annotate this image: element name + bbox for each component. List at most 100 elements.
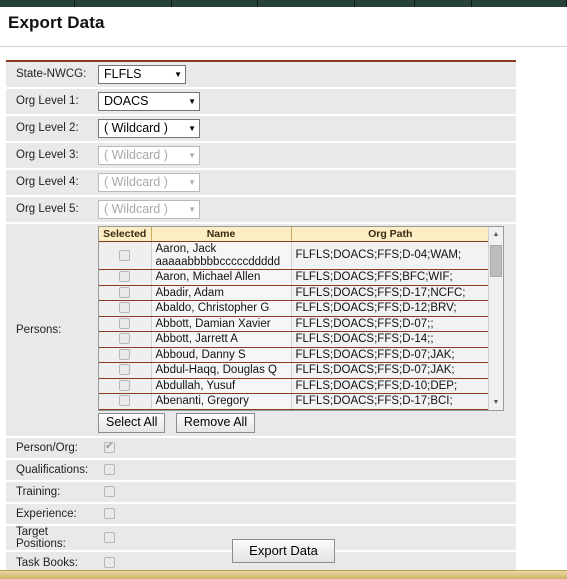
row-name-cell: Aaron, Michael Allen	[151, 269, 292, 286]
chevron-down-icon: ▼	[188, 124, 196, 133]
row-select-cell[interactable]	[99, 393, 152, 410]
persons-table-header-row: Selected Name Org Path	[99, 227, 489, 242]
row-select-cell[interactable]	[99, 316, 152, 332]
option-row-1: Person/Org:	[6, 437, 516, 460]
row-checkbox[interactable]	[119, 249, 131, 261]
scroll-down-arrow-icon[interactable]: ▼	[489, 395, 503, 410]
option-checkbox-personorg[interactable]	[104, 441, 115, 453]
field-label-4: Org Level 3:	[16, 149, 79, 161]
row-checkbox[interactable]	[119, 348, 131, 360]
top-navigation-bar[interactable]	[0, 0, 567, 7]
option-control-3	[98, 483, 516, 501]
export-data-button[interactable]: Export Data	[232, 539, 335, 563]
row-checkbox[interactable]	[119, 395, 131, 407]
column-header-org-path[interactable]: Org Path	[291, 227, 489, 242]
title-divider	[0, 46, 567, 47]
row-name-cell: Abaldo, Christopher G	[151, 300, 292, 317]
dropdown-orglevel3: ( Wildcard ) ▼	[98, 146, 200, 165]
field-control-5: ( Wildcard ) ▼	[98, 170, 516, 195]
dropdown-value-6: ( Wildcard )	[104, 202, 168, 216]
scroll-up-arrow-icon[interactable]: ▲	[489, 227, 503, 241]
footer-bar	[0, 570, 567, 579]
persons-grid-scrollbar[interactable]: ▲ ▼	[488, 227, 503, 410]
option-checkbox-experience[interactable]	[104, 507, 115, 519]
persons-table: Selected Name Org Path Aaron, Jack aaaaa…	[99, 227, 489, 410]
row-checkbox[interactable]	[119, 333, 131, 345]
row-org-path-cell: FLFLS;DOACS;FFS;D-12;BRV;	[291, 300, 489, 317]
row-name-cell: Abadir, Adam	[151, 285, 292, 301]
row-select-cell[interactable]	[99, 300, 152, 317]
form-row-2: Org Level 1: DOACS ▼	[6, 89, 516, 116]
table-row[interactable]: Abdullah, Yusuf FLFLS;DOACS;FFS;D-10;DEP;	[99, 378, 489, 394]
dropdown-orglevel2[interactable]: ( Wildcard ) ▼	[98, 119, 200, 138]
row-checkbox[interactable]	[119, 364, 131, 376]
scrollbar-thumb[interactable]	[490, 245, 502, 277]
row-checkbox[interactable]	[119, 302, 131, 314]
nav-segment-5[interactable]	[355, 0, 415, 7]
dropdown-value-1: FLFLS	[104, 67, 142, 81]
field-label-1: State-NWCG:	[16, 68, 87, 80]
persons-label: Persons:	[16, 323, 62, 336]
option-label-3: Training:	[16, 485, 61, 498]
column-header-name[interactable]: Name	[151, 227, 292, 242]
dropdown-orglevel4: ( Wildcard ) ▼	[98, 173, 200, 192]
row-org-path-cell: FLFLS;DOACS;FFS;D-17;NCFC;	[291, 285, 489, 301]
field-control-1: FLFLS ▼	[98, 62, 516, 87]
row-checkbox[interactable]	[119, 286, 131, 298]
row-name-cell: Aaron, Jack aaaaabbbbbcccccddddd	[151, 241, 292, 270]
form-row-1: State-NWCG: FLFLS ▼	[6, 62, 516, 89]
field-control-3: ( Wildcard ) ▼	[98, 116, 516, 141]
row-checkbox[interactable]	[119, 379, 131, 391]
row-name-cell: Abbott, Damian Xavier	[151, 316, 292, 332]
table-row[interactable]: Abbott, Damian Xavier FLFLS;DOACS;FFS;D-0…	[99, 316, 489, 332]
option-checkbox-qualifications[interactable]	[104, 463, 115, 475]
form-row-3: Org Level 2: ( Wildcard ) ▼	[6, 116, 516, 143]
table-row[interactable]: Abboud, Danny S FLFLS;DOACS;FFS;D-07;JAK;	[99, 347, 489, 363]
column-header-selected[interactable]: Selected	[99, 227, 152, 242]
option-label-2: Qualifications:	[16, 463, 89, 476]
nav-segment-2[interactable]	[75, 0, 172, 7]
chevron-down-icon: ▼	[188, 151, 196, 160]
table-row[interactable]: Abbott, Jarrett A FLFLS;DOACS;FFS;D-14;;	[99, 331, 489, 348]
nav-segment-3[interactable]	[172, 0, 258, 7]
option-checkbox-training[interactable]	[104, 485, 115, 497]
row-org-path-cell: FLFLS;DOACS;FFS;D-04;WAM;	[291, 241, 489, 270]
chevron-down-icon: ▼	[174, 70, 182, 79]
row-select-cell[interactable]	[99, 378, 152, 394]
row-checkbox[interactable]	[119, 271, 131, 283]
nav-segment-7[interactable]	[472, 0, 567, 7]
nav-segment-6[interactable]	[415, 0, 472, 7]
row-org-path-cell: FLFLS;DOACS;FFS;D-07;JAK;	[291, 362, 489, 379]
option-control-1	[98, 439, 516, 457]
nav-segment-1[interactable]	[0, 0, 75, 7]
select-all-button[interactable]: Select All	[98, 412, 166, 433]
export-data-page: Export Data State-NWCG: FLFLS ▼ Org Level 1…	[0, 0, 567, 579]
nav-segment-4[interactable]	[258, 0, 355, 7]
row-select-cell[interactable]	[99, 347, 152, 363]
dropdown-value-2: DOACS	[104, 94, 149, 108]
table-row[interactable]: Aaron, Michael Allen FLFLS;DOACS;FFS;BFC;…	[99, 269, 489, 286]
row-checkbox[interactable]	[119, 317, 131, 329]
row-select-cell[interactable]	[99, 241, 152, 270]
field-label-2: Org Level 1:	[16, 95, 79, 107]
table-row[interactable]: Abadir, Adam FLFLS;DOACS;FFS;D-17;NCFC;	[99, 285, 489, 301]
row-select-cell[interactable]	[99, 285, 152, 301]
field-control-2: DOACS ▼	[98, 89, 516, 114]
persons-body: Selected Name Org Path Aaron, Jack aaaaa…	[98, 224, 516, 436]
option-row-3: Training:	[6, 481, 516, 504]
row-select-cell[interactable]	[99, 331, 152, 348]
table-row[interactable]: Abdul-Haqq, Douglas Q FLFLS;DOACS;FFS;D-0…	[99, 362, 489, 379]
dropdown-state-nwcg[interactable]: FLFLS ▼	[98, 65, 186, 84]
row-org-path-cell: FLFLS;DOACS;FFS;D-14;;	[291, 331, 489, 348]
table-row[interactable]: Aaron, Jack aaaaabbbbbcccccddddd FLFLS;DO…	[99, 241, 489, 270]
row-select-cell[interactable]	[99, 269, 152, 286]
remove-all-button[interactable]: Remove All	[175, 412, 256, 433]
table-row[interactable]: Abaldo, Christopher G FLFLS;DOACS;FFS;D-1…	[99, 300, 489, 317]
dropdown-orglevel1[interactable]: DOACS ▼	[98, 92, 200, 111]
row-select-cell[interactable]	[99, 362, 152, 379]
form-row-5: Org Level 4: ( Wildcard ) ▼	[6, 170, 516, 197]
form-row-4: Org Level 3: ( Wildcard ) ▼	[6, 143, 516, 170]
table-row[interactable]: Abenanti, Gregory FLFLS;DOACS;FFS;D-17;BC…	[99, 393, 489, 410]
export-button-area: Export Data	[0, 539, 567, 563]
chevron-down-icon: ▼	[188, 205, 196, 214]
